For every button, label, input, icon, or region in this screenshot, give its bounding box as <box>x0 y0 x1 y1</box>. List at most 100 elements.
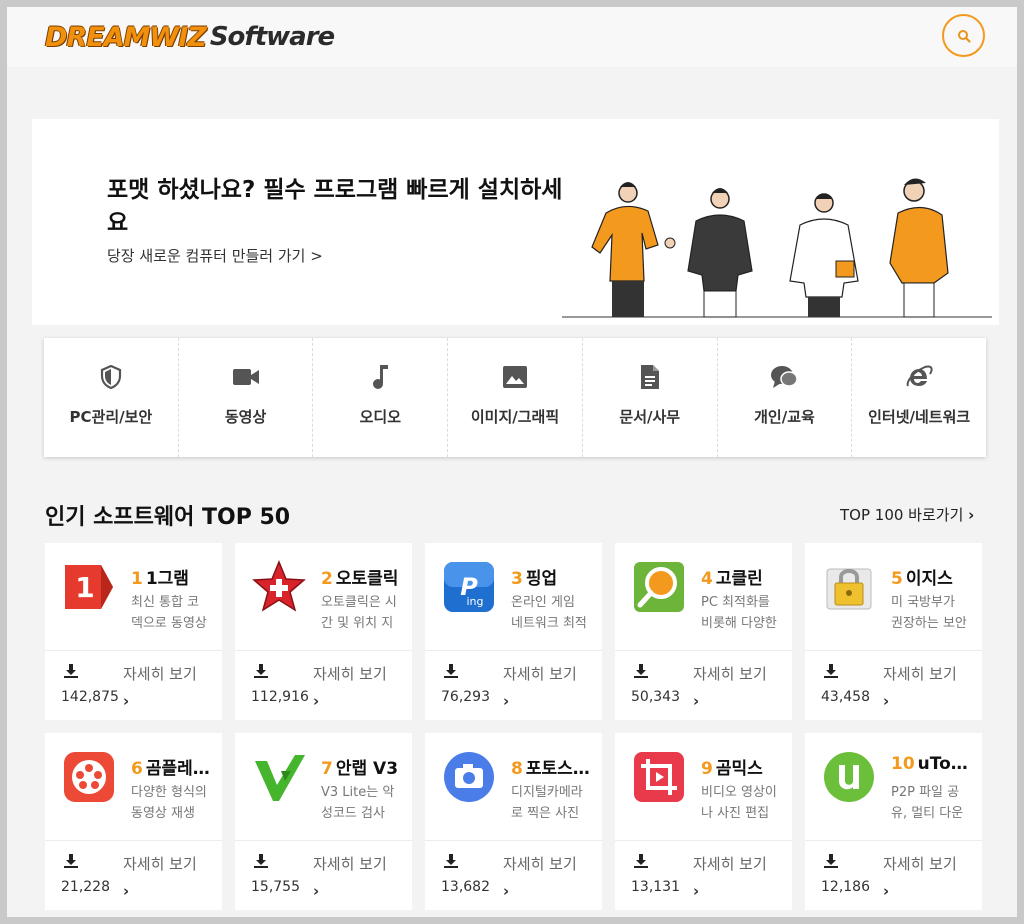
detail-link[interactable]: 자세히 보기 › <box>693 661 773 715</box>
rank-number: 7 <box>321 759 333 779</box>
category-internet-network[interactable]: 인터넷/네트워크 <box>852 338 986 457</box>
card-divider <box>45 840 222 841</box>
software-title: 오토클릭 <box>335 569 399 589</box>
promo-banner[interactable]: 포맷 하셨나요? 필수 프로그램 빠르게 설치하세요 당장 새로운 컴퓨터 만들… <box>32 119 999 325</box>
detail-link[interactable]: 자세히 보기 › <box>313 851 393 905</box>
site-header: DREAMWIZ Software <box>7 7 1017 67</box>
svg-text:1: 1 <box>75 571 94 604</box>
category-image-graphic[interactable]: 이미지/그래픽 <box>448 338 583 457</box>
software-card[interactable]: 5 이지스 미 국방부가 권장하는 보안 43,458 자세히 보기 › <box>805 543 982 720</box>
download-count: 112,916 <box>251 689 309 705</box>
detail-link[interactable]: 자세히 보기 › <box>883 851 963 905</box>
chevron-right-icon: › <box>883 882 890 900</box>
gomplayer-reel-icon <box>64 752 114 802</box>
rank-number: 3 <box>511 569 523 589</box>
software-title: 안랩 V3 <box>335 759 399 779</box>
detail-link[interactable]: 자세히 보기 › <box>503 851 583 905</box>
rank-number: 10 <box>891 754 915 774</box>
banner-title: 포맷 하셨나요? 필수 프로그램 빠르게 설치하세요 <box>107 177 563 236</box>
software-name: 3 핑업 <box>511 564 595 589</box>
software-card[interactable]: 8포토스케이프 디지털카메라로 찍은 사진 13,682 자세히 보기 › <box>425 733 602 910</box>
category-personal-education[interactable]: 개인/교육 <box>718 338 853 457</box>
chevron-right-icon: › <box>968 506 975 524</box>
camera-app-icon <box>444 752 494 802</box>
software-card[interactable]: 4 고클린 PC 최적화를 비롯해 다양한 50,343 자세히 보기 › <box>615 543 792 720</box>
software-title: 1그램 <box>145 569 189 589</box>
category-label: PC관리/보안 <box>69 408 153 426</box>
software-card[interactable]: 1 11그램 최신 통합 코덱으로 동영상 재생 142,875 자세히 보기 … <box>45 543 222 720</box>
software-card[interactable]: 10uTorrent P2P 파일 공유, 멀티 다운 12,186 자세히 보… <box>805 733 982 910</box>
detail-label: 자세히 보기 <box>313 855 387 873</box>
category-bar: PC관리/보안 동영상 오디오 이미지/그래픽 문서/사무 개인/교육 인터넷/… <box>44 338 986 457</box>
rank-number: 4 <box>701 569 713 589</box>
utorrent-icon <box>824 752 874 802</box>
software-title: 곰믹스 <box>715 759 763 779</box>
category-label: 이미지/그래픽 <box>470 408 560 426</box>
lock-folder-icon <box>826 568 872 610</box>
document-icon <box>640 365 659 389</box>
logo-software: Software <box>209 22 335 52</box>
detail-link[interactable]: 자세히 보기 › <box>313 661 393 715</box>
software-title: 포토스케이프 <box>525 759 595 779</box>
download-count: 142,875 <box>61 689 119 705</box>
software-name: 5 이지스 <box>891 564 975 589</box>
detail-link[interactable]: 자세히 보기 › <box>123 851 203 905</box>
banner-link[interactable]: 당장 새로운 컴퓨터 만들러 가기 > <box>107 245 323 266</box>
search-button[interactable] <box>942 14 985 57</box>
software-description: 비디오 영상이나 사진 편집 <box>701 785 777 821</box>
software-description: 최신 통합 코덱으로 동영상 재생 <box>131 595 207 631</box>
download-icon <box>64 664 78 678</box>
software-name: 8포토스케이프 <box>511 754 595 779</box>
software-description: 오토클릭은 시간 및 위치 지정 <box>321 595 397 631</box>
software-description: P2P 파일 공유, 멀티 다운 <box>891 785 964 821</box>
download-icon <box>824 854 838 868</box>
autoclick-star-icon <box>252 560 306 612</box>
download-count: 21,228 <box>61 879 110 895</box>
chat-bubbles-icon <box>771 366 799 388</box>
download-count: 76,293 <box>441 689 490 705</box>
logo-dreamwiz: DREAMWIZ <box>45 21 207 53</box>
software-card[interactable]: 9 곰믹스 비디오 영상이나 사진 편집 13,131 자세히 보기 › <box>615 733 792 910</box>
chevron-right-icon: › <box>313 882 320 900</box>
software-name: 4 고클린 <box>701 564 785 589</box>
software-card[interactable]: 7 안랩 V3 V3 Lite는 악성코드 검사 15,755 자세히 보기 › <box>235 733 412 910</box>
card-divider <box>425 650 602 651</box>
chevron-right-icon: › <box>123 882 130 900</box>
software-description: 미 국방부가 권장하는 보안 <box>891 595 967 631</box>
svg-text:ing: ing <box>466 595 483 608</box>
software-card[interactable]: Ping 3핑업 온라인 게임 네트워크 최적화 76,293 자세히 보기 › <box>425 543 602 720</box>
chevron-right-icon: › <box>693 882 700 900</box>
software-title: 곰플레이어 <box>145 759 215 779</box>
category-audio[interactable]: 오디오 <box>313 338 449 457</box>
download-count: 43,458 <box>821 689 870 705</box>
video-camera-icon <box>232 369 259 385</box>
category-label: 문서/사무 <box>619 408 681 426</box>
detail-label: 자세히 보기 <box>693 855 767 873</box>
category-document-office[interactable]: 문서/사무 <box>583 338 718 457</box>
detail-link[interactable]: 자세히 보기 › <box>693 851 773 905</box>
v3-checkmark-icon <box>255 755 305 801</box>
rank-number: 6 <box>131 759 143 779</box>
download-icon <box>444 664 458 678</box>
software-name: 7 안랩 V3 <box>321 754 405 779</box>
category-video[interactable]: 동영상 <box>179 338 314 457</box>
software-card[interactable]: 6곰플레이어 다양한 형식의 동영상 재생 21,228 자세히 보기 › <box>45 733 222 910</box>
chevron-right-icon: › <box>123 692 130 710</box>
detail-link[interactable]: 자세히 보기 › <box>883 661 963 715</box>
software-description: 다양한 형식의 동영상 재생 <box>131 785 207 821</box>
download-count: 12,186 <box>821 879 870 895</box>
rank-number: 5 <box>891 569 903 589</box>
image-icon <box>503 366 528 388</box>
top100-link[interactable]: TOP 100 바로가기 › <box>840 504 974 525</box>
category-pc-security[interactable]: PC관리/보안 <box>44 338 179 457</box>
pingup-ping-icon: Ping <box>444 562 494 612</box>
software-name: 2 오토클릭 <box>321 564 405 589</box>
card-divider <box>235 650 412 651</box>
software-card[interactable]: 2오토클릭 오토클릭은 시간 및 위치 지정 112,916 자세히 보기 › <box>235 543 412 720</box>
goclean-magnifier-icon <box>634 562 684 612</box>
browser-frame: DREAMWIZ Software 포맷 하셨나요? 필수 프로그램 빠르게 설… <box>7 7 1017 917</box>
site-logo[interactable]: DREAMWIZ Software <box>45 19 335 55</box>
detail-link[interactable]: 자세히 보기 › <box>503 661 583 715</box>
detail-link[interactable]: 자세히 보기 › <box>123 661 203 715</box>
download-icon <box>824 664 838 678</box>
